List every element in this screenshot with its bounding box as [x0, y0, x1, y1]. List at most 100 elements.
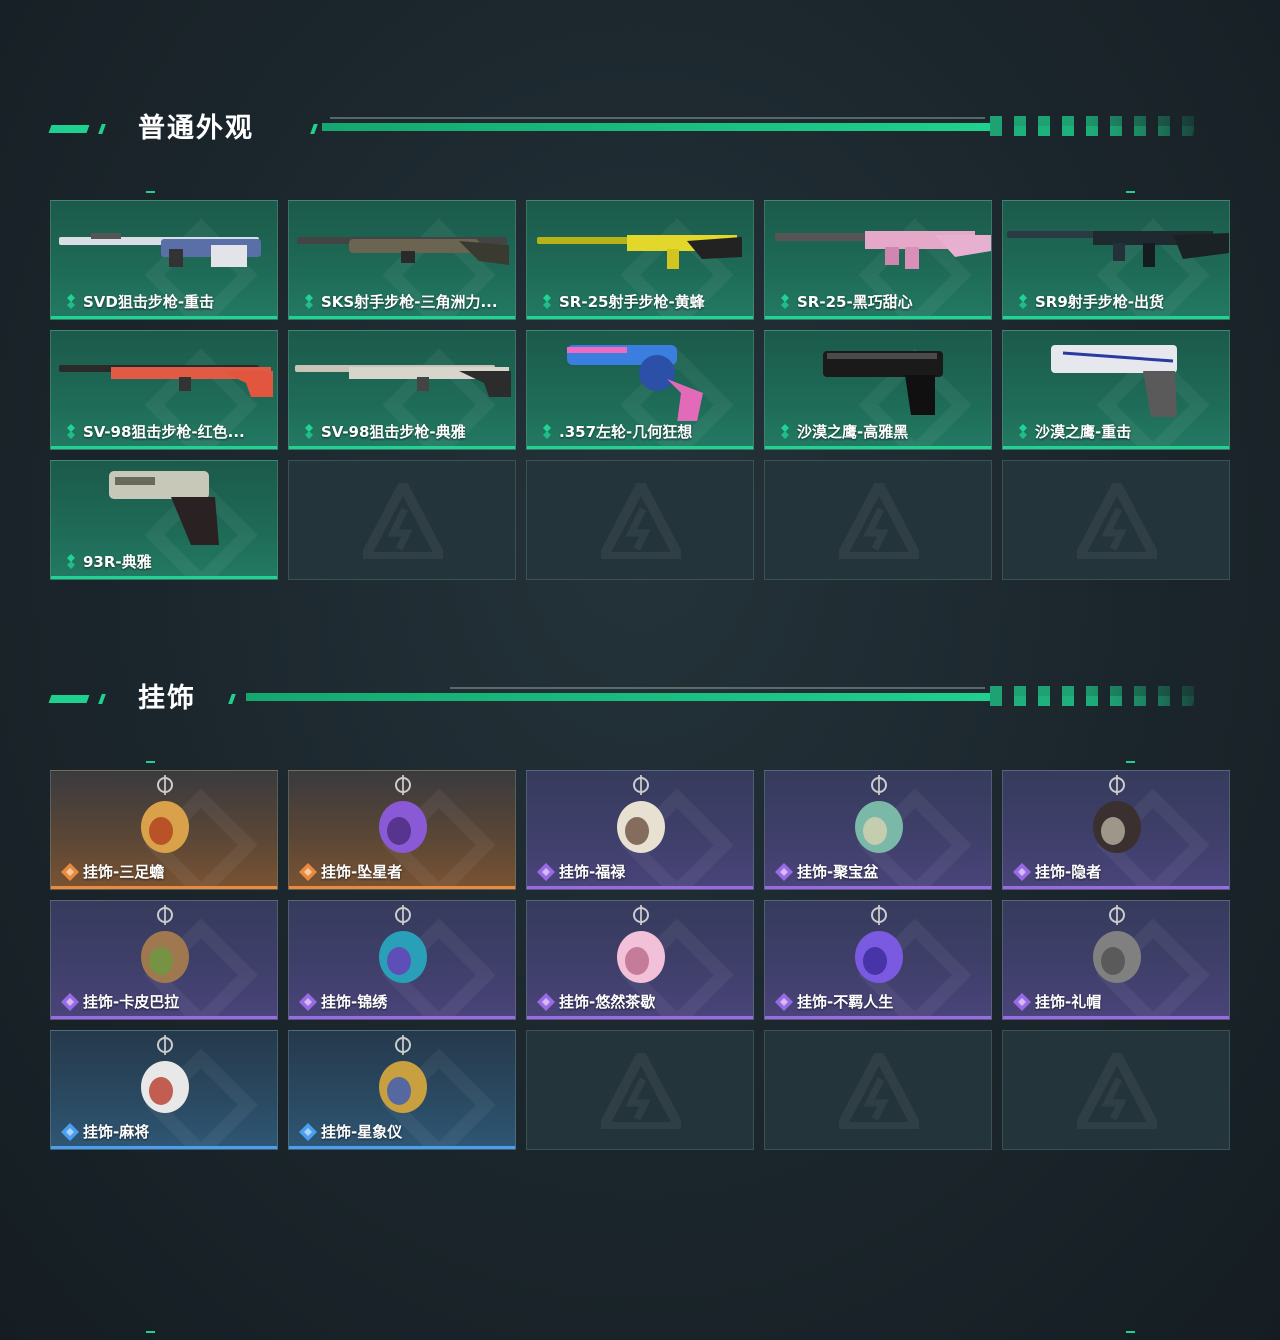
marksman-rifle-icon — [297, 237, 509, 265]
rarity-stripe — [765, 316, 991, 319]
item-label: 93R-典雅 — [83, 553, 152, 571]
rarity-icon — [1013, 863, 1031, 881]
item-card[interactable]: 挂饰-隐者 — [1002, 770, 1230, 890]
pistol-icon — [109, 471, 219, 545]
item-card[interactable]: 挂饰-卡皮巴拉 — [50, 900, 278, 1020]
header-checker-pattern — [1002, 696, 1202, 706]
rarity-stripe — [1003, 886, 1229, 889]
charm-icon — [379, 775, 427, 853]
rarity-stripe — [51, 316, 277, 319]
item-card[interactable]: 挂饰-星象仪 — [288, 1030, 516, 1150]
item-label: SVD狙击步枪-重击 — [83, 293, 215, 311]
empty-slot-logo-icon — [363, 483, 443, 559]
header-thin-line — [330, 117, 985, 119]
rarity-stripe — [51, 1016, 277, 1019]
empty-slot-logo-icon — [601, 483, 681, 559]
item-card[interactable]: .357左轮-几何狂想 — [526, 330, 754, 450]
charm-icon — [617, 775, 665, 853]
rarity-icon — [299, 1123, 317, 1141]
item-card[interactable]: 挂饰-三足蟾 — [50, 770, 278, 890]
charm-icon — [379, 905, 427, 983]
item-card[interactable]: 挂饰-悠然茶歇 — [526, 900, 754, 1020]
empty-slot-logo-icon — [839, 483, 919, 559]
section-header-skins: 普通外观 — [0, 112, 1280, 152]
corner-marker — [1126, 191, 1135, 193]
item-card[interactable]: SVD狙击步枪-重击 — [50, 200, 278, 320]
charm-icon — [855, 775, 903, 853]
header-tick — [98, 124, 106, 134]
item-card[interactable]: SR-25-黑巧甜心 — [764, 200, 992, 320]
item-label: SKS射手步枪-三角洲力... — [321, 293, 498, 311]
rarity-icon — [1015, 423, 1031, 439]
item-label: SR-25射手步枪-黄蜂 — [559, 293, 705, 311]
header-tick — [310, 124, 318, 134]
item-card[interactable]: 挂饰-不羁人生 — [764, 900, 992, 1020]
rarity-stripe — [289, 1146, 515, 1149]
rarity-icon — [63, 423, 79, 439]
rarity-stripe — [527, 446, 753, 449]
item-card[interactable]: SR9射手步枪-出货 — [1002, 200, 1230, 320]
rarity-icon — [301, 293, 317, 309]
empty-slot-logo-icon — [601, 1053, 681, 1129]
rarity-stripe — [1003, 1016, 1229, 1019]
marksman-rifle-icon — [1007, 231, 1229, 267]
item-label: SR-25-黑巧甜心 — [797, 293, 913, 311]
header-line — [322, 123, 990, 131]
rarity-icon — [301, 423, 317, 439]
item-card[interactable]: 挂饰-麻将 — [50, 1030, 278, 1150]
sniper-rifle-icon — [59, 233, 261, 267]
item-card[interactable]: 挂饰-福禄 — [526, 770, 754, 890]
rarity-icon — [299, 993, 317, 1011]
item-label: 挂饰-不羁人生 — [797, 993, 894, 1011]
charm-icon — [141, 905, 189, 983]
item-label: 挂饰-星象仪 — [321, 1123, 403, 1141]
header-tick — [228, 694, 236, 704]
corner-marker — [146, 191, 155, 193]
rarity-icon — [537, 993, 555, 1011]
assault-rifle-icon — [775, 231, 991, 269]
item-card[interactable]: 挂饰-锦绣 — [288, 900, 516, 1020]
charm-icon — [617, 905, 665, 983]
skins-grid: SVD狙击步枪-重击 SKS射手步枪-三角洲力... SR-25射手步枪-黄蜂 SR-… — [50, 200, 1230, 580]
item-card[interactable]: 挂饰-坠星者 — [288, 770, 516, 890]
item-card[interactable]: SKS射手步枪-三角洲力... — [288, 200, 516, 320]
marksman-rifle-icon — [537, 235, 742, 269]
item-card[interactable]: SV-98狙击步枪-典雅 — [288, 330, 516, 450]
item-card[interactable]: 沙漠之鹰-高雅黑 — [764, 330, 992, 450]
item-card[interactable]: SR-25射手步枪-黄蜂 — [526, 200, 754, 320]
rarity-stripe — [527, 316, 753, 319]
rarity-icon — [1015, 293, 1031, 309]
rarity-icon — [775, 993, 793, 1011]
rarity-icon — [61, 993, 79, 1011]
item-label: 沙漠之鹰-重击 — [1035, 423, 1132, 441]
item-label: 沙漠之鹰-高雅黑 — [797, 423, 909, 441]
item-label: 挂饰-福禄 — [559, 863, 626, 881]
item-card[interactable]: 沙漠之鹰-重击 — [1002, 330, 1230, 450]
corner-marker — [1126, 761, 1135, 763]
item-card[interactable]: 93R-典雅 — [50, 460, 278, 580]
item-label: .357左轮-几何狂想 — [559, 423, 693, 441]
item-label: 挂饰-卡皮巴拉 — [83, 993, 180, 1011]
charm-icon — [1093, 905, 1141, 983]
section-title: 挂饰 — [138, 683, 196, 714]
item-card[interactable]: 挂饰-礼帽 — [1002, 900, 1230, 1020]
rarity-stripe — [765, 446, 991, 449]
rarity-icon — [61, 1123, 79, 1141]
item-label: 挂饰-悠然茶歇 — [559, 993, 656, 1011]
item-card[interactable]: 挂饰-聚宝盆 — [764, 770, 992, 890]
header-thin-line — [450, 687, 985, 689]
rarity-stripe — [51, 886, 277, 889]
item-label: 挂饰-三足蟾 — [83, 863, 165, 881]
rarity-stripe — [527, 1016, 753, 1019]
item-label: SR9射手步枪-出货 — [1035, 293, 1165, 311]
rarity-stripe — [289, 1016, 515, 1019]
charms-grid: 挂饰-三足蟾 挂饰-坠星者 挂饰-福禄 挂饰-聚宝盆 挂饰-隐者挂饰-卡皮巴拉 挂饰-锦绣… — [50, 770, 1230, 1150]
empty-slot — [764, 460, 992, 580]
corner-marker — [146, 1331, 155, 1333]
item-card[interactable]: SV-98狙击步枪-红色... — [50, 330, 278, 450]
rarity-icon — [63, 553, 79, 569]
empty-slot-logo-icon — [1077, 483, 1157, 559]
header-tick — [98, 694, 106, 704]
rarity-stripe — [289, 446, 515, 449]
corner-marker — [146, 761, 155, 763]
